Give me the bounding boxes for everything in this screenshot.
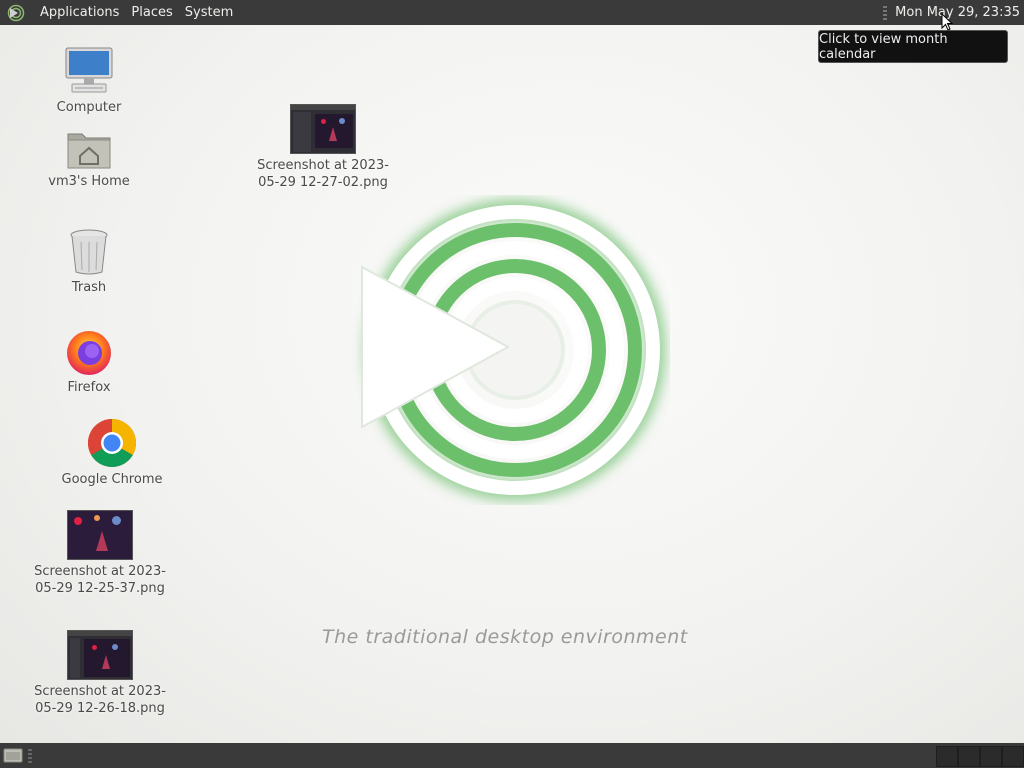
- computer-icon: [65, 47, 113, 93]
- desktop-icon-screenshot-3[interactable]: Screenshot at 2023- 05-29 12-27-02.png: [253, 104, 393, 191]
- mate-wallpaper-logo: [361, 199, 666, 501]
- panel-drag-handle[interactable]: [883, 5, 888, 20]
- panel-drag-handle[interactable]: [28, 749, 32, 763]
- workspace-switcher-4[interactable]: [1002, 746, 1024, 767]
- system-menu[interactable]: System: [179, 0, 239, 25]
- trash-icon: [70, 229, 108, 275]
- chrome-icon: [87, 419, 137, 468]
- workspace-switcher-3[interactable]: [980, 746, 1002, 767]
- desktop-icon-chrome[interactable]: Google Chrome: [58, 418, 166, 488]
- places-menu[interactable]: Places: [125, 0, 178, 25]
- image-thumbnail-icon: [67, 630, 133, 680]
- desktop-icon-label-line1: Screenshot at 2023-: [34, 684, 166, 699]
- desktop-icon-label-line2: 05-29 12-26-18.png: [35, 701, 165, 716]
- desktop-icon-label: Trash: [71, 280, 107, 295]
- mate-logo-icon[interactable]: [7, 3, 27, 23]
- image-thumbnail-icon: [290, 104, 356, 154]
- desktop-icon-label-line2: 05-29 12-25-37.png: [35, 581, 165, 596]
- mouse-cursor-icon: [941, 13, 953, 31]
- desktop-icon-firefox[interactable]: Firefox: [50, 328, 128, 396]
- desktop-icon-screenshot-1[interactable]: Screenshot at 2023- 05-29 12-25-37.png: [30, 510, 170, 597]
- desktop-icon-home[interactable]: vm3's Home: [44, 128, 134, 190]
- desktop-icon-label: Firefox: [67, 380, 111, 395]
- desktop-icon-screenshot-2[interactable]: Screenshot at 2023- 05-29 12-26-18.png: [30, 630, 170, 717]
- clock-tooltip: Click to view month calendar: [818, 30, 1008, 63]
- desktop-icon-label: Computer: [56, 100, 122, 115]
- workspace-switcher-1[interactable]: [936, 746, 958, 767]
- image-thumbnail-icon: [67, 510, 133, 560]
- desktop-icon-label: Google Chrome: [61, 472, 163, 487]
- applications-menu[interactable]: Applications: [34, 0, 125, 25]
- wallpaper-tagline: The traditional desktop environment: [322, 626, 688, 648]
- clock[interactable]: Mon May 29, 23:35: [893, 0, 1024, 25]
- desktop-icon-trash[interactable]: Trash: [50, 228, 128, 296]
- workspace-switcher-2[interactable]: [958, 746, 980, 767]
- desktop-icon-label-line1: Screenshot at 2023-: [257, 158, 389, 173]
- firefox-icon: [67, 331, 111, 375]
- show-desktop-icon[interactable]: [3, 747, 23, 764]
- desktop-icon-label-line2: 05-29 12-27-02.png: [258, 175, 388, 190]
- bottom-panel: [0, 743, 1024, 768]
- home-folder-icon: [67, 133, 111, 169]
- top-panel: Applications Places System Mon May 29, 2…: [0, 0, 1024, 25]
- desktop-icon-computer[interactable]: Computer: [48, 46, 130, 116]
- desktop-icon-label-line1: Screenshot at 2023-: [34, 564, 166, 579]
- desktop-icon-label: vm3's Home: [48, 174, 130, 189]
